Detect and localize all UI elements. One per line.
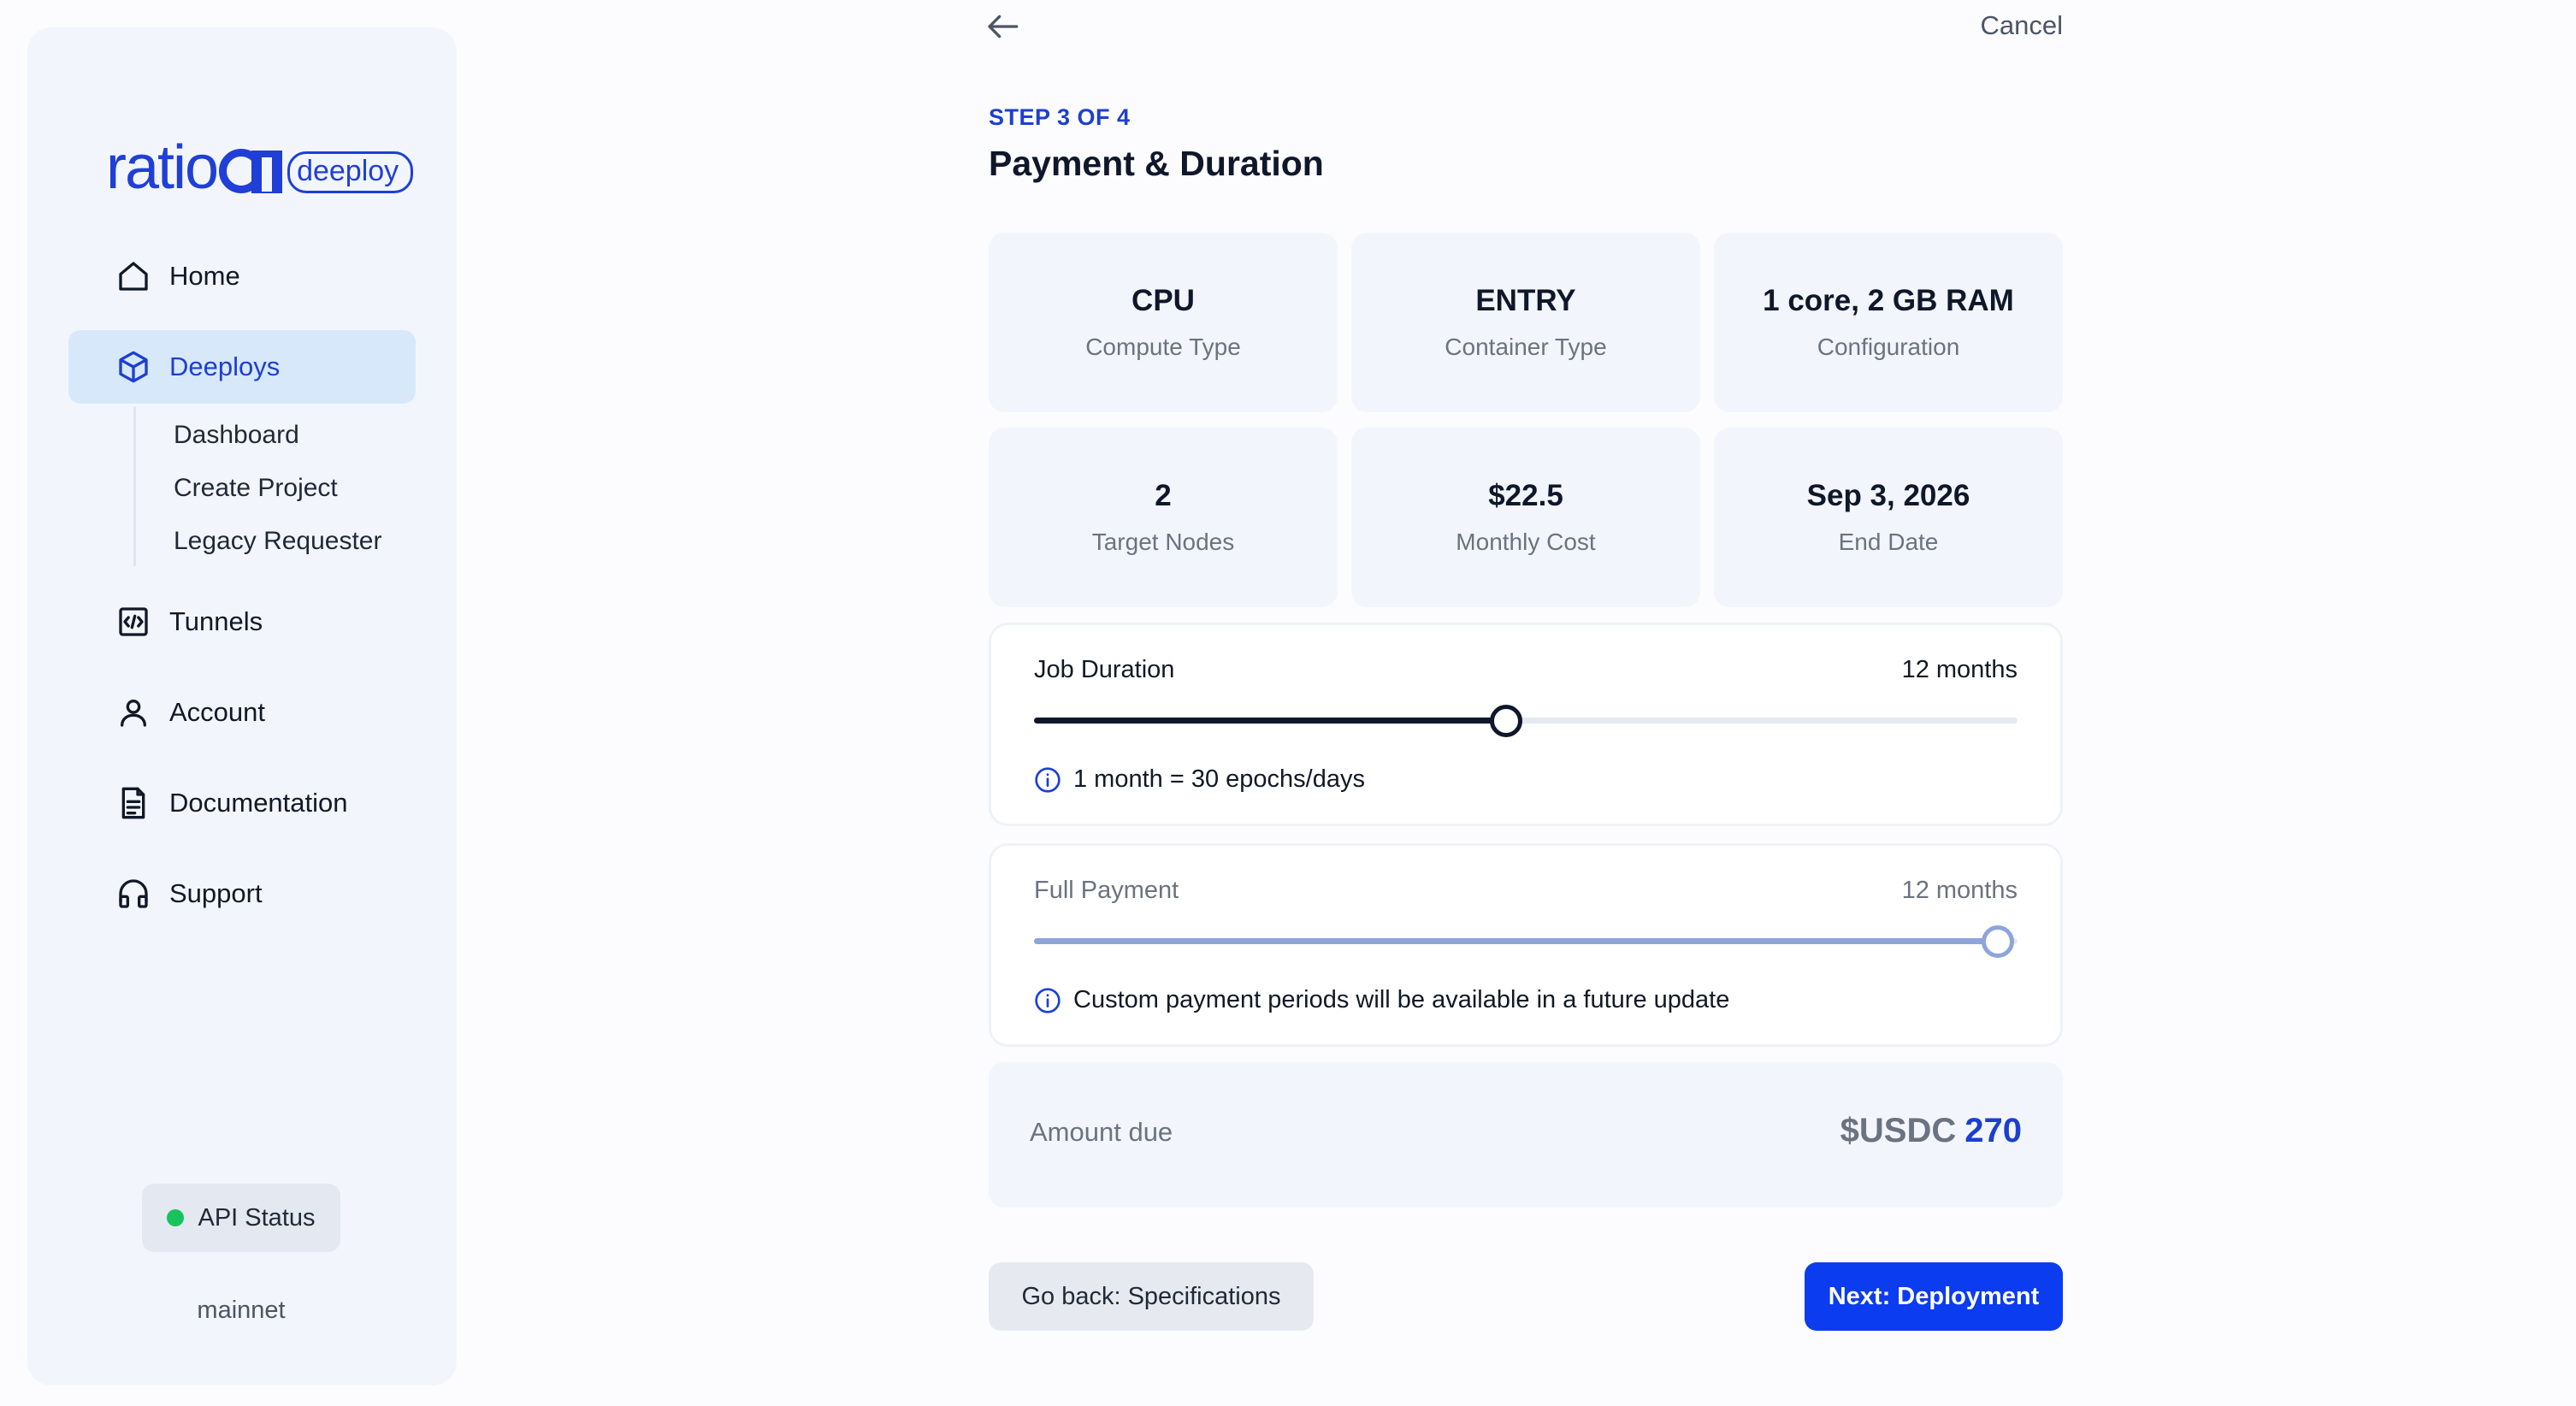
full-payment-title: Full Payment <box>1034 877 1179 904</box>
summary-label: Configuration <box>1817 334 1960 360</box>
summary-value: 2 <box>1155 479 1172 512</box>
nav-label: Support <box>169 878 263 908</box>
nav-label: Deeploys <box>169 352 281 381</box>
logo-badge: deeploy <box>287 151 414 193</box>
cube-icon <box>119 351 148 383</box>
document-icon <box>121 787 145 819</box>
summary-card-monthly-cost: $22.5 Monthly Cost <box>1351 428 1700 607</box>
full-payment-note: Custom payment periods will be available… <box>1034 986 1729 1014</box>
amount-number: 270 <box>1964 1112 2022 1149</box>
sub-item-legacy-requester[interactable]: Legacy Requester <box>174 527 382 556</box>
deeploys-submenu: Dashboard Create Project Legacy Requeste… <box>133 407 382 566</box>
summary-value: ENTRY <box>1475 284 1576 317</box>
logo-one-mark <box>219 149 283 193</box>
summary-card-container-type: ENTRY Container Type <box>1351 233 1700 412</box>
api-status-badge[interactable]: API Status <box>142 1184 340 1252</box>
amount-due-value: $USDC 270 <box>1840 1112 2022 1150</box>
info-icon <box>1035 766 1061 793</box>
back-arrow-icon[interactable] <box>985 12 1019 41</box>
brand-logo[interactable]: ratio deeploy <box>106 133 414 202</box>
nav-label: Account <box>169 697 266 727</box>
amount-currency: $USDC <box>1840 1112 1957 1149</box>
job-duration-note-text: 1 month = 30 epochs/days <box>1073 765 1365 793</box>
full-payment-slider-thumb[interactable] <box>1982 925 2014 958</box>
nav-label: Home <box>169 261 240 291</box>
summary-card-end-date: Sep 3, 2026 End Date <box>1714 428 2063 607</box>
info-icon <box>1035 987 1061 1013</box>
job-duration-note: 1 month = 30 epochs/days <box>1034 765 1365 794</box>
job-duration-value: 12 months <box>1901 656 2018 683</box>
summary-card-target-nodes: 2 Target Nodes <box>989 428 1338 607</box>
summary-card-compute-type: CPU Compute Type <box>989 233 1338 412</box>
full-payment-slider[interactable] <box>1034 925 2018 958</box>
full-payment-panel: Full Payment 12 months Custom payment pe… <box>989 843 2063 1047</box>
summary-value: 1 core, 2 GB RAM <box>1763 284 2014 317</box>
network-name: mainnet <box>197 1297 286 1324</box>
summary-value: Sep 3, 2026 <box>1806 479 1970 512</box>
nav-item-support[interactable]: Support <box>68 857 416 930</box>
summary-card-configuration: 1 core, 2 GB RAM Configuration <box>1714 233 2063 412</box>
job-duration-title: Job Duration <box>1034 656 1175 683</box>
nav-item-tunnels[interactable]: Tunnels <box>68 585 416 659</box>
nav-label: Documentation <box>169 788 348 818</box>
summary-value: CPU <box>1131 284 1195 317</box>
nav-item-documentation[interactable]: Documentation <box>68 766 416 840</box>
summary-value: $22.5 <box>1488 479 1563 512</box>
home-icon <box>119 262 148 291</box>
logo-text: ratio <box>106 133 219 202</box>
code-window-icon <box>119 607 148 636</box>
user-icon <box>121 700 146 727</box>
go-back-button[interactable]: Go back: Specifications <box>989 1262 1314 1331</box>
summary-label: End Date <box>1838 529 1939 555</box>
full-payment-note-text: Custom payment periods will be available… <box>1073 986 1730 1013</box>
nav-label: Tunnels <box>169 606 263 636</box>
status-dot-icon <box>167 1209 185 1226</box>
headphones-icon <box>119 879 148 908</box>
full-payment-slider-fill <box>1034 938 1998 944</box>
job-duration-slider[interactable] <box>1034 705 2018 737</box>
summary-label: Monthly Cost <box>1456 529 1596 555</box>
api-status-label: API Status <box>198 1203 316 1232</box>
full-payment-value: 12 months <box>1901 877 2018 904</box>
amount-due-box: Amount due $USDC 270 <box>989 1062 2063 1208</box>
job-duration-slider-thumb[interactable] <box>1490 705 1522 737</box>
summary-label: Target Nodes <box>1091 529 1235 555</box>
next-deployment-button[interactable]: Next: Deployment <box>1805 1262 2063 1331</box>
job-duration-slider-fill <box>1034 718 1506 724</box>
job-duration-panel: Job Duration 12 months 1 month = 30 epoc… <box>989 623 2063 826</box>
page-title: Payment & Duration <box>989 144 1324 183</box>
sidebar: ratio deeploy Home Deeploys Dashboard Cr… <box>27 27 457 1385</box>
cancel-link[interactable]: Cancel <box>1981 10 2064 41</box>
summary-label: Compute Type <box>1085 334 1241 360</box>
summary-label: Container Type <box>1445 334 1607 360</box>
nav-item-home[interactable]: Home <box>68 239 416 313</box>
step-indicator: STEP 3 OF 4 <box>989 104 1131 130</box>
sub-item-dashboard[interactable]: Dashboard <box>174 421 299 450</box>
nav-item-account[interactable]: Account <box>68 676 416 749</box>
nav-item-deeploys[interactable]: Deeploys <box>68 330 416 404</box>
sub-item-create-project[interactable]: Create Project <box>174 474 338 503</box>
amount-due-label: Amount due <box>1030 1117 1173 1147</box>
